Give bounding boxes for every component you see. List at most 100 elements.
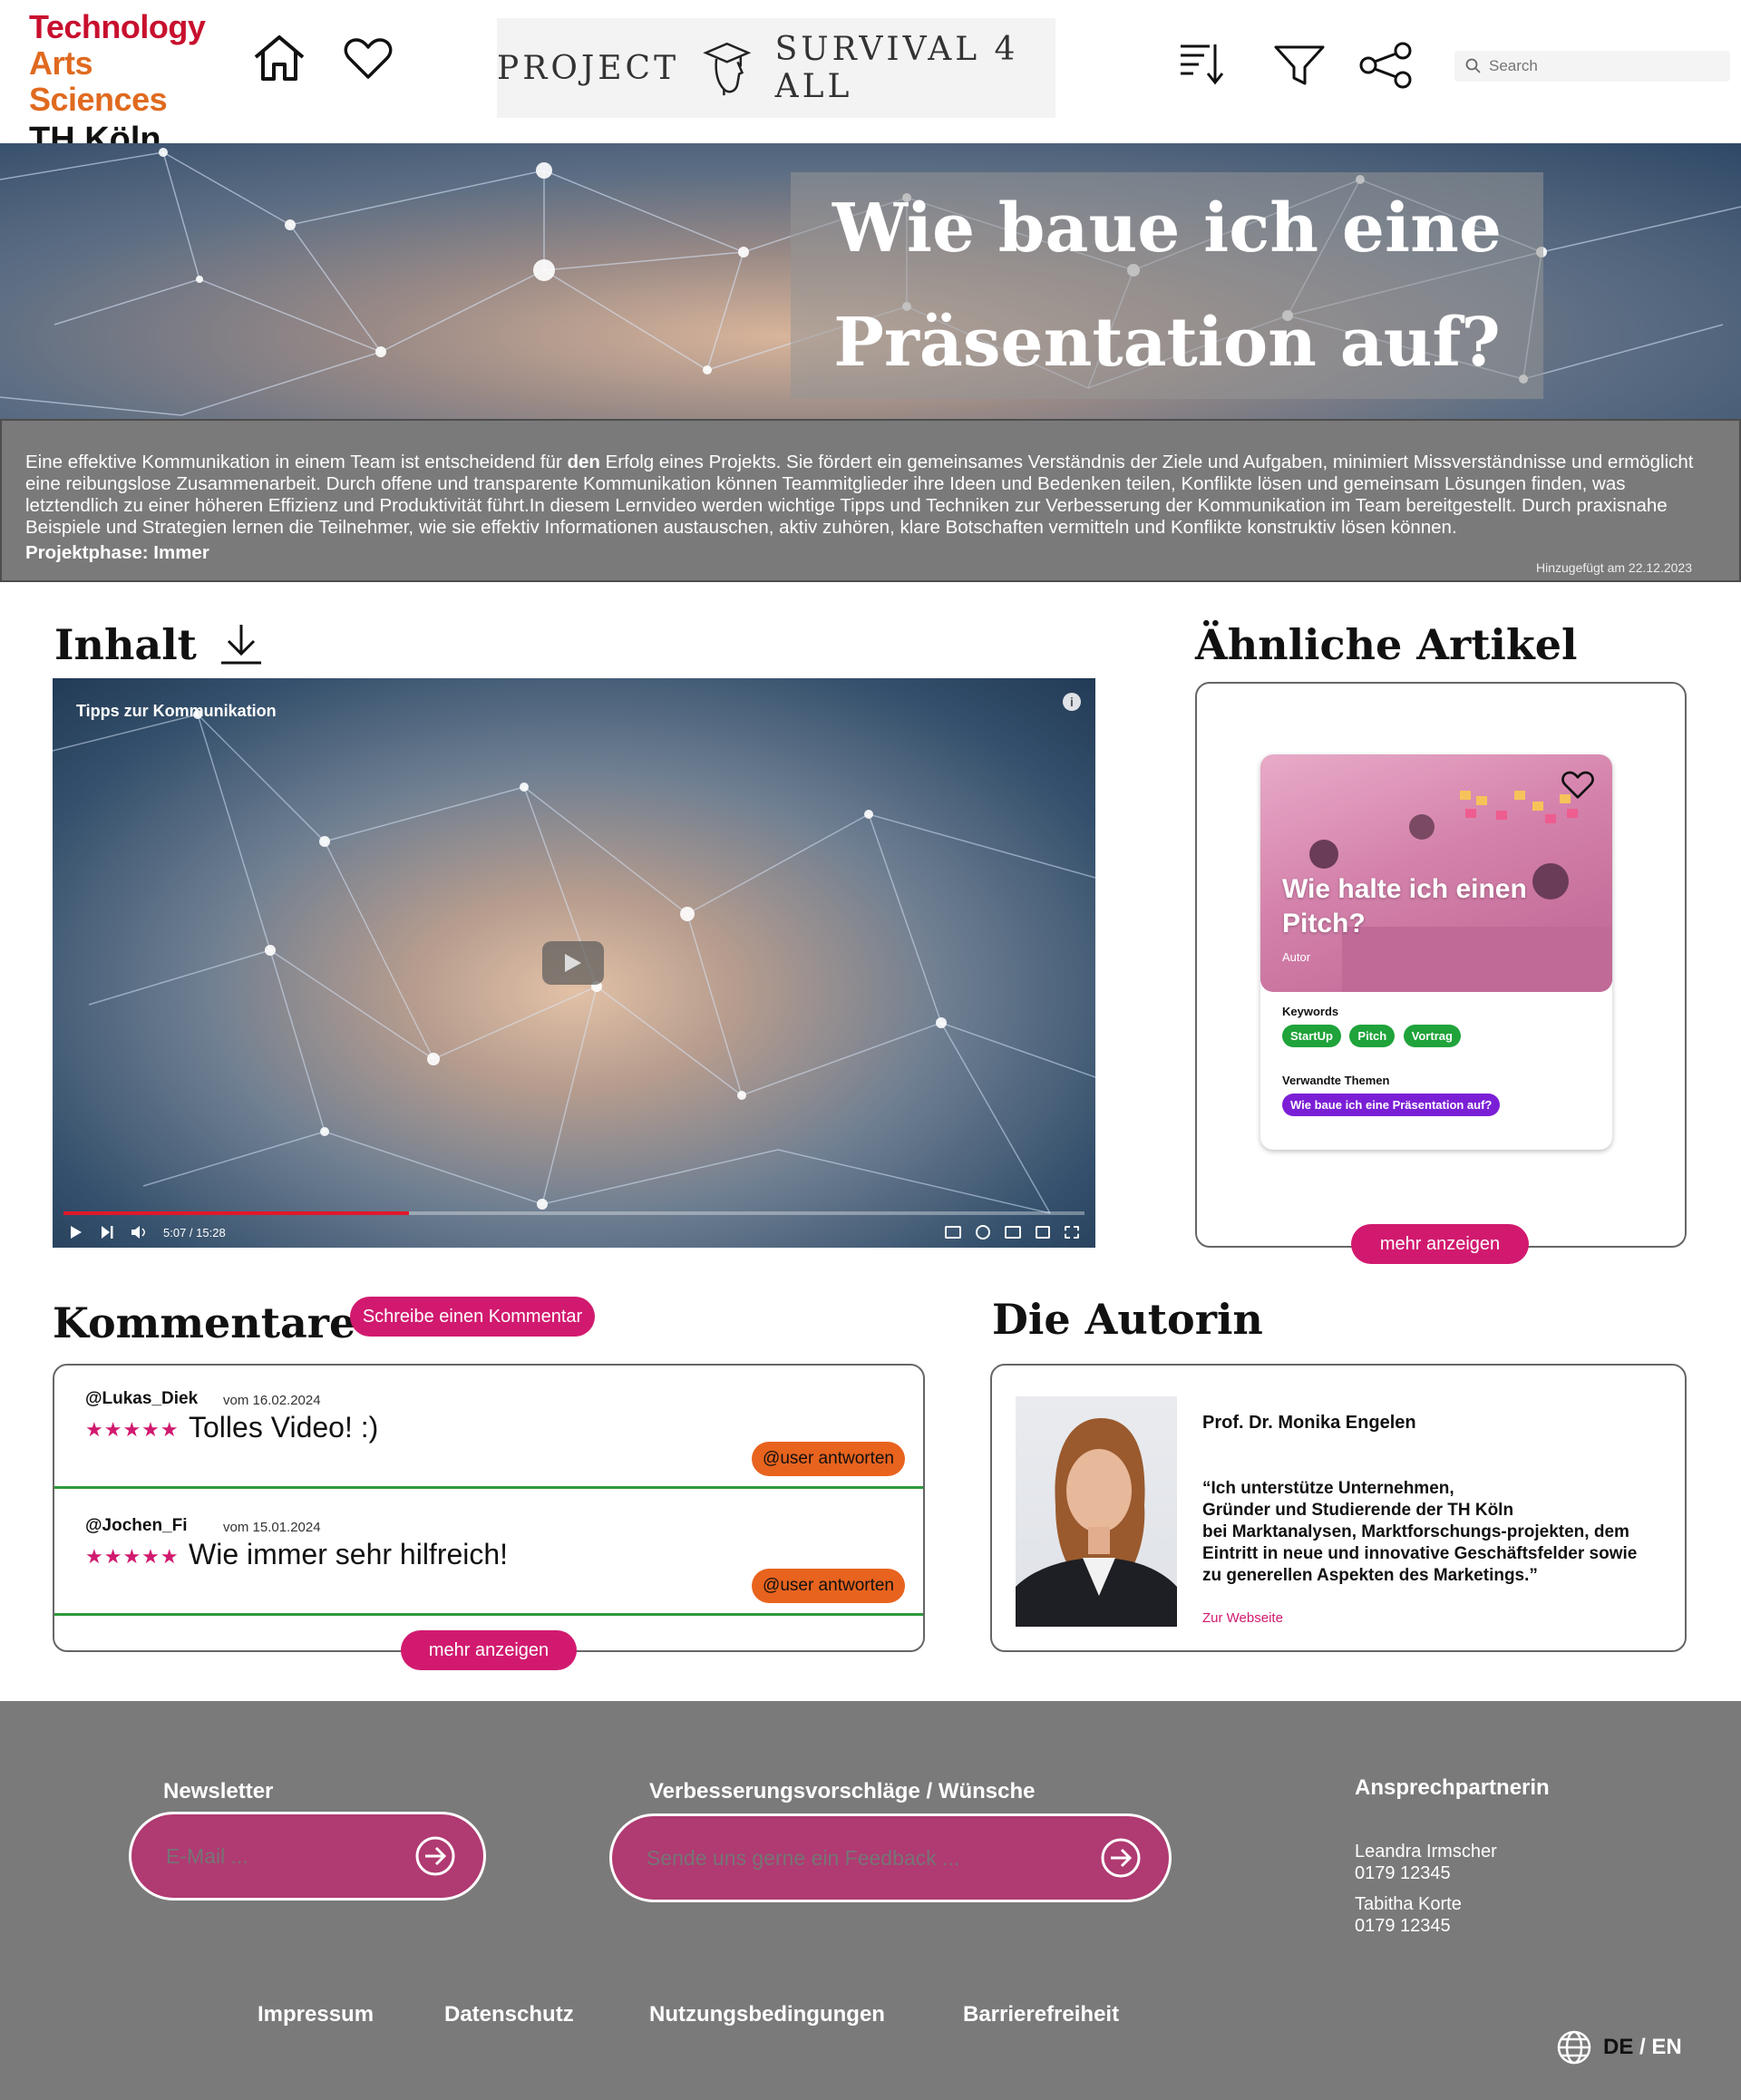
cast-icon[interactable] xyxy=(1036,1226,1050,1239)
info-icon[interactable]: i xyxy=(1063,693,1081,711)
author-quote-line: bei Marktanalysen, Marktforschungs-proje… xyxy=(1202,1522,1629,1541)
author-portrait xyxy=(1016,1396,1177,1627)
feedback-label: Verbesserungsvorschläge / Wünsche xyxy=(649,1779,1036,1803)
feedback-input[interactable] xyxy=(647,1845,1013,1871)
video-time: 5:07 / 15:28 xyxy=(163,1225,226,1240)
share-icon[interactable] xyxy=(1357,40,1415,91)
filter-icon[interactable] xyxy=(1273,42,1326,89)
fullscreen-icon[interactable] xyxy=(1065,1226,1079,1239)
description-text: Eine effektive Kommunikation in einem Te… xyxy=(25,452,1716,539)
contact-label: Ansprechpartnerin xyxy=(1355,1775,1550,1800)
play-icon[interactable] xyxy=(69,1225,83,1240)
contact-phone[interactable]: 0179 12345 xyxy=(1355,1915,1462,1937)
newsletter-field[interactable] xyxy=(129,1812,486,1901)
description-bold-word: den xyxy=(567,452,600,472)
footer-link-impressum[interactable]: Impressum xyxy=(258,2002,374,2027)
logo-line-arts-sciences: Arts Sciences xyxy=(29,44,168,118)
keyword-pill[interactable]: StartUp xyxy=(1282,1025,1341,1047)
feedback-field[interactable] xyxy=(609,1813,1172,1902)
reply-button[interactable]: @user antworten xyxy=(752,1569,905,1603)
comment-item: @Lukas_Diek vom 16.02.2024 ★★★★★ Tolles … xyxy=(54,1366,923,1489)
comment-text: Wie immer sehr hilfreich! xyxy=(189,1538,509,1570)
similar-articles-heading: Ähnliche Artikel xyxy=(1195,620,1578,669)
author-heading: Die Autorin xyxy=(992,1295,1263,1344)
description-panel: Eine effektive Kommunikation in einem Te… xyxy=(0,419,1741,582)
article-card-title: Wie halte ich einen Pitch? xyxy=(1282,874,1527,938)
volume-icon[interactable] xyxy=(131,1225,147,1240)
contact-phone[interactable]: 0179 12345 xyxy=(1355,1862,1497,1884)
play-overlay-button[interactable] xyxy=(542,941,604,985)
theater-mode-icon[interactable] xyxy=(1005,1226,1021,1239)
captions-icon[interactable] xyxy=(945,1226,961,1239)
author-panel: Prof. Dr. Monika Engelen “Ich unterstütz… xyxy=(990,1364,1687,1652)
favorites-heart-icon[interactable] xyxy=(343,36,394,82)
comment-date: vom 16.02.2024 xyxy=(223,1393,321,1408)
comment-rating-stars: ★★★★★ xyxy=(85,1418,180,1441)
play-icon xyxy=(565,954,581,972)
page-title-line-2: Präsentation auf? xyxy=(833,304,1501,382)
keyword-pill[interactable]: Vortrag xyxy=(1403,1025,1461,1047)
comment-date: vom 15.01.2024 xyxy=(223,1520,321,1535)
author-name: Prof. Dr. Monika Engelen xyxy=(1202,1413,1416,1433)
settings-icon[interactable] xyxy=(976,1225,990,1240)
comments-panel: @Lukas_Diek vom 16.02.2024 ★★★★★ Tolles … xyxy=(53,1364,925,1652)
comments-more-button[interactable]: mehr anzeigen xyxy=(401,1630,577,1670)
author-quote-line: zu generellen Aspekten des Marketings.” xyxy=(1202,1566,1538,1585)
keywords-label: Keywords xyxy=(1282,1005,1339,1018)
related-topics-label: Verwandte Themen xyxy=(1282,1074,1390,1087)
brand-survival-text: SURVIVAL 4 ALL xyxy=(774,31,1019,105)
comments-heading: Kommentare xyxy=(53,1298,356,1347)
footer-link-nutzungsbedingungen[interactable]: Nutzungsbedingungen xyxy=(649,2002,885,2027)
search-input[interactable] xyxy=(1489,57,1725,75)
submit-arrow-icon[interactable] xyxy=(414,1835,456,1877)
content-heading: Inhalt xyxy=(54,620,197,669)
globe-icon xyxy=(1557,2030,1591,2065)
sort-icon[interactable] xyxy=(1177,40,1228,87)
video-progress-bar[interactable] xyxy=(63,1211,1084,1215)
similar-more-button[interactable]: mehr anzeigen xyxy=(1351,1224,1529,1264)
keyword-pill[interactable]: Pitch xyxy=(1349,1025,1396,1047)
write-comment-button[interactable]: Schreibe einen Kommentar xyxy=(350,1297,595,1337)
comment-text: Tolles Video! :) xyxy=(189,1411,379,1444)
project-brand-banner[interactable]: PROJECT SURVIVAL 4 ALL xyxy=(497,18,1055,118)
search-bar[interactable] xyxy=(1454,51,1730,82)
added-date: Hinzugefügt am 22.12.2023 xyxy=(1535,560,1692,575)
home-icon[interactable] xyxy=(250,33,308,83)
keywords-list: StartUp Pitch Vortrag xyxy=(1282,1025,1465,1047)
newsletter-label: Newsletter xyxy=(163,1779,274,1803)
search-icon xyxy=(1465,58,1481,73)
page-title-line-1: Wie baue ich eine xyxy=(832,190,1502,267)
language-switcher[interactable]: DE / EN xyxy=(1556,2029,1682,2066)
language-de[interactable]: DE xyxy=(1603,2035,1633,2059)
logo-line-technology: Technology xyxy=(29,8,206,45)
download-icon[interactable] xyxy=(216,620,267,667)
contact-name: Tabitha Korte xyxy=(1355,1894,1462,1914)
page-title: Wie baue ich eine Präsentation auf? xyxy=(832,171,1502,400)
related-topics-list: Wie baue ich eine Präsentation auf? xyxy=(1282,1094,1504,1116)
author-quote-line: Gründer und Studierende der TH Köln xyxy=(1202,1501,1514,1520)
contact-entry: Leandra Irmscher 0179 12345 xyxy=(1355,1841,1497,1884)
language-separator: / xyxy=(1633,2035,1652,2059)
footer-link-datenschutz[interactable]: Datenschutz xyxy=(444,2002,574,2027)
newsletter-email-input[interactable] xyxy=(166,1843,388,1869)
heart-icon[interactable] xyxy=(1561,771,1594,800)
submit-arrow-icon[interactable] xyxy=(1100,1837,1142,1879)
related-topic-pill[interactable]: Wie baue ich eine Präsentation auf? xyxy=(1282,1094,1501,1116)
comment-user[interactable]: @Lukas_Diek xyxy=(85,1389,198,1409)
author-website-link[interactable]: Zur Webseite xyxy=(1202,1610,1283,1626)
comment-rating-stars: ★★★★★ xyxy=(85,1545,180,1568)
similar-articles-panel: Wie halte ich einen Pitch? Autor Keyword… xyxy=(1195,682,1687,1248)
comment-item: @Jochen_Fi vom 15.01.2024 ★★★★★ Wie imme… xyxy=(54,1492,923,1616)
reply-button[interactable]: @user antworten xyxy=(752,1442,905,1476)
video-player[interactable]: Tipps zur Kommunikation i 5:07 / 15:28 xyxy=(53,678,1095,1248)
video-controls: 5:07 / 15:28 xyxy=(53,1217,1095,1248)
next-icon[interactable] xyxy=(100,1225,114,1240)
footer-link-barrierefreiheit[interactable]: Barrierefreiheit xyxy=(963,2002,1119,2027)
contact-entry: Tabitha Korte 0179 12345 xyxy=(1355,1893,1462,1937)
language-en[interactable]: EN xyxy=(1651,2035,1681,2059)
contact-name: Leandra Irmscher xyxy=(1355,1842,1497,1862)
th-koeln-logo[interactable]: Technology Arts Sciences TH Köln xyxy=(29,9,238,161)
article-card[interactable]: Wie halte ich einen Pitch? Autor Keyword… xyxy=(1260,754,1612,1150)
comment-user[interactable]: @Jochen_Fi xyxy=(85,1516,188,1536)
brand-project-text: PROJECT xyxy=(497,49,680,87)
